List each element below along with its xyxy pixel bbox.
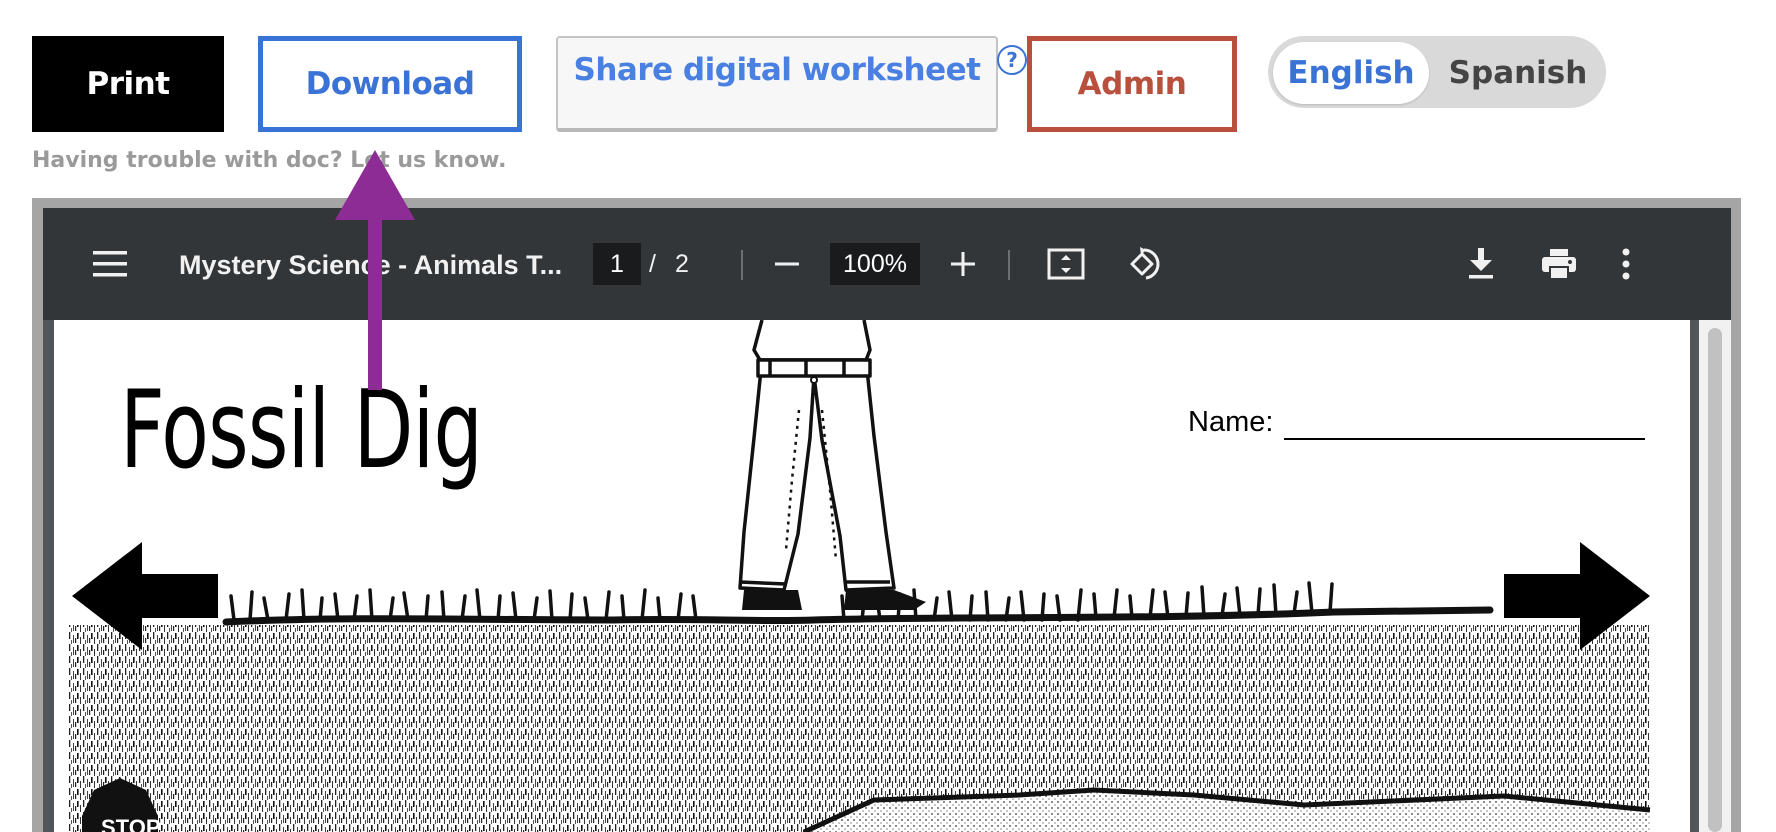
zoom-in-plus-icon[interactable] bbox=[949, 250, 977, 278]
pdf-toolbar: Mystery Science - Animals T... 1 / 2 100… bbox=[43, 208, 1731, 320]
help-question-icon[interactable]: ? bbox=[997, 45, 1027, 75]
scrollbar-thumb[interactable] bbox=[1708, 328, 1722, 832]
page-separator: / bbox=[649, 250, 656, 278]
page-number-input[interactable]: 1 bbox=[593, 243, 641, 285]
language-option-spanish[interactable]: Spanish bbox=[1430, 42, 1606, 104]
worksheet-title: Fossil Dig bbox=[120, 368, 483, 493]
print-button[interactable]: Print bbox=[32, 36, 224, 132]
toolbar-divider bbox=[1008, 250, 1010, 280]
annotation-up-arrow-icon bbox=[335, 150, 415, 390]
share-digital-worksheet-button[interactable]: Share digital worksheet bbox=[556, 36, 998, 132]
admin-button[interactable]: Admin bbox=[1027, 36, 1237, 132]
name-field-line bbox=[1284, 438, 1645, 440]
page-total: 2 bbox=[675, 250, 689, 278]
printer-icon[interactable] bbox=[1541, 248, 1577, 280]
hamburger-menu-icon[interactable] bbox=[93, 249, 129, 279]
rotate-icon[interactable] bbox=[1124, 246, 1162, 282]
download-button[interactable]: Download bbox=[258, 36, 522, 132]
language-option-english[interactable]: English bbox=[1273, 42, 1429, 104]
zoom-level-input[interactable]: 100% bbox=[830, 243, 920, 285]
download-icon[interactable] bbox=[1467, 246, 1495, 280]
stop-sign-label: STOP bbox=[101, 815, 161, 832]
name-field-label: Name: bbox=[1188, 406, 1274, 438]
toolbar-divider bbox=[741, 250, 743, 280]
help-feedback-link[interactable]: Having trouble with doc? Let us know. bbox=[32, 148, 506, 173]
pdf-page: Fossil Dig Name: STOP bbox=[54, 320, 1690, 832]
fit-page-icon[interactable] bbox=[1047, 248, 1085, 280]
more-options-icon[interactable] bbox=[1621, 248, 1631, 280]
zoom-out-minus-icon[interactable] bbox=[773, 252, 801, 276]
